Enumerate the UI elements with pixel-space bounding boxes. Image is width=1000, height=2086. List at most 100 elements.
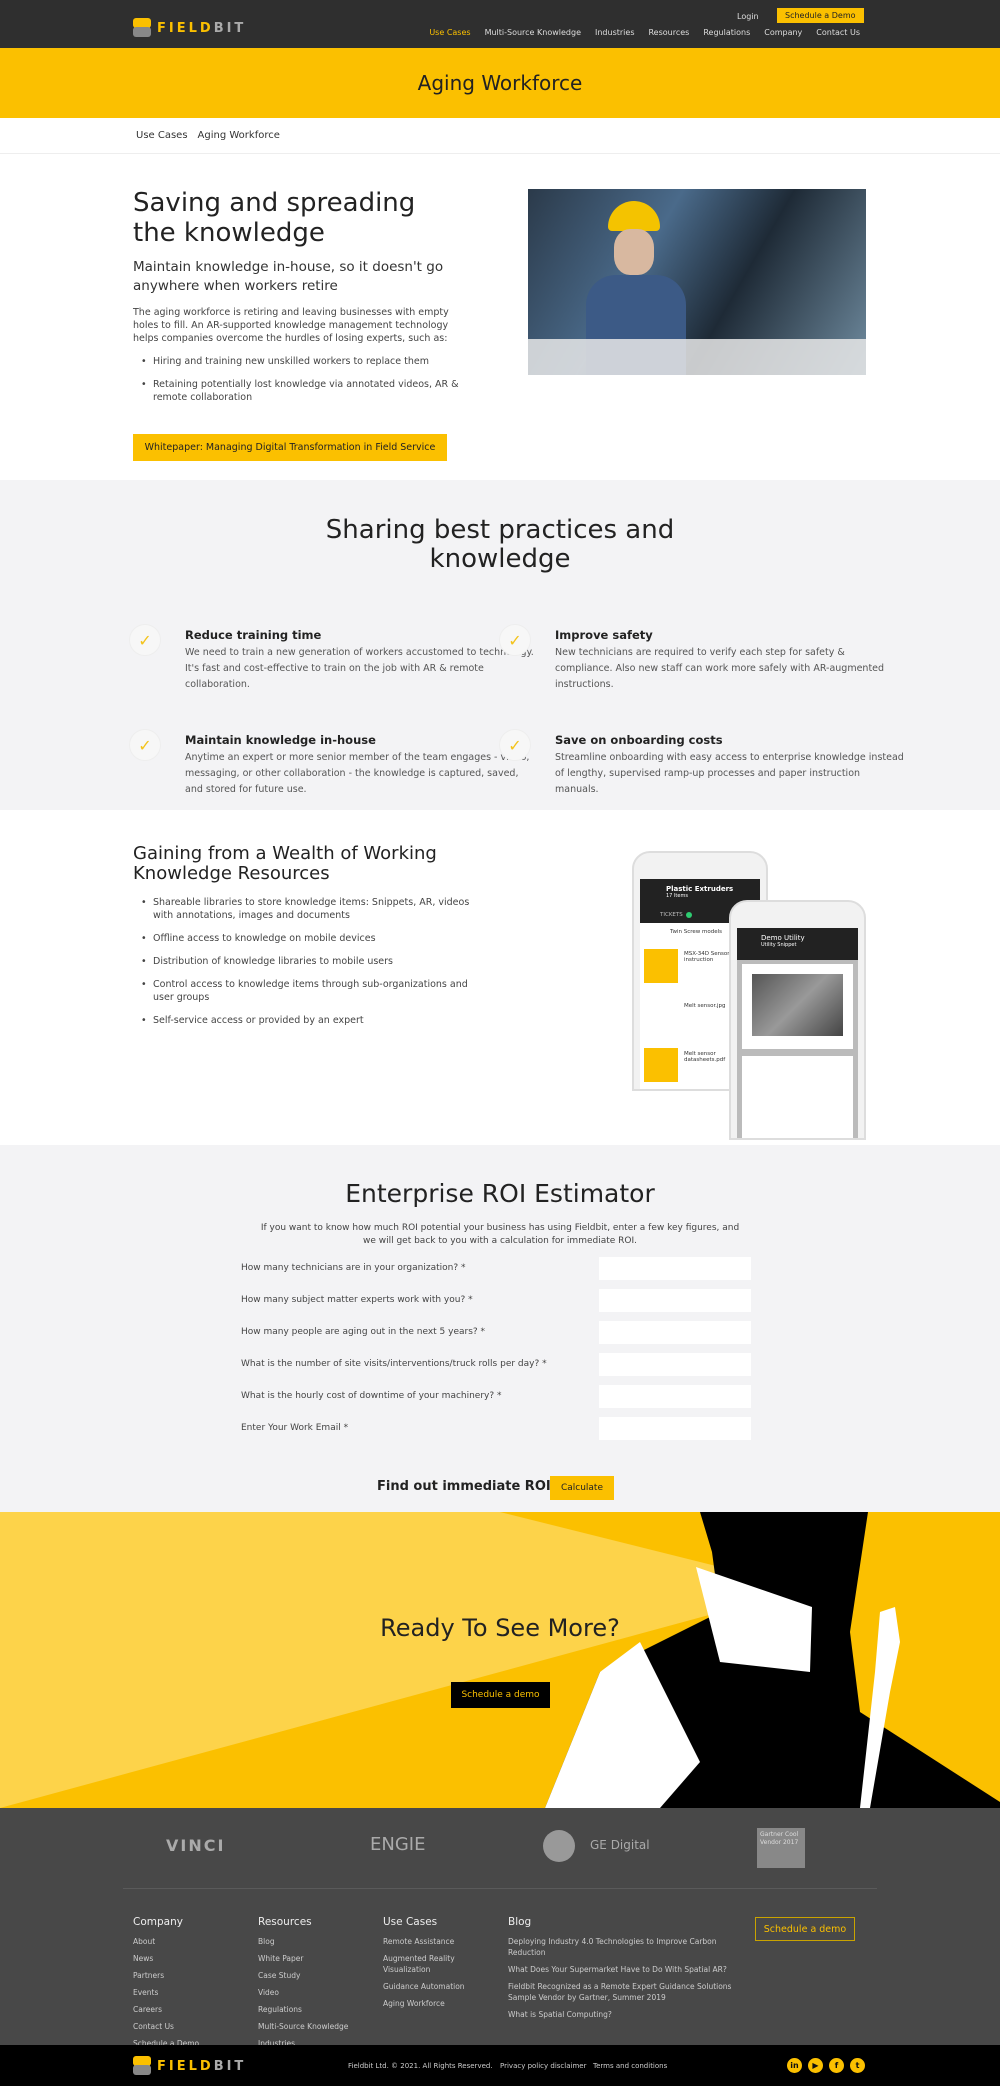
hero-bullets: Hiring and training new unskilled worker… [133,355,463,404]
calculate-button[interactable]: Calculate [550,1476,614,1500]
logo-mark-icon [133,2056,151,2076]
feature-text: Streamline onboarding with easy access t… [555,752,904,795]
roi-title: Enterprise ROI Estimator [345,1179,655,1208]
phone-title: Demo Utility [761,934,805,942]
page-title: Aging Workforce [0,48,1000,118]
roi-section: Enterprise ROI Estimator If you want to … [0,1145,1000,1512]
list-item: Distribution of knowledge libraries to m… [139,955,473,968]
footer-link[interactable]: Aging Workforce [383,1998,503,2009]
linkedin-icon[interactable]: in [787,2058,802,2073]
roi-row-technicians: How many technicians are in your organiz… [241,1252,751,1284]
facebook-icon[interactable]: f [829,2058,844,2073]
footer-heading: Company [133,1916,183,1928]
schedule-demo-button[interactable]: Schedule a Demo [777,8,864,23]
footer-schedule-demo-button[interactable]: Schedule a demo [755,1917,855,1941]
terms-link[interactable]: Terms and conditions [593,2062,667,2070]
roi-row-experts: How many subject matter experts work wit… [241,1284,751,1316]
aging-out-input[interactable] [599,1320,751,1344]
list-item: Retaining potentially lost knowledge via… [139,378,463,404]
phone-mockup-snippet: Demo Utility Utility Snippet [729,900,866,1140]
nav-regulations[interactable]: Regulations [703,28,750,37]
schedule-demo-cta-button[interactable]: Schedule a demo [451,1682,550,1708]
cta-title: Ready To See More? [380,1614,620,1642]
footer-link[interactable]: Contact Us [133,2021,253,2032]
feature-title: Save on onboarding costs [555,733,723,747]
vinci-logo: VINCI [166,1836,226,1855]
footer-heading: Resources [258,1916,312,1928]
footer-link[interactable]: Events [133,1987,253,1998]
footer-col-use-cases: Use Cases Remote Assistance Augmented Rea… [383,1916,503,2015]
nav-use-cases[interactable]: Use Cases [429,28,470,37]
fieldbit-logo[interactable]: FIELDBIT [133,18,246,38]
work-email-input[interactable] [599,1416,751,1440]
breadcrumb-use-cases[interactable]: Use Cases [136,130,188,141]
footer-link[interactable]: News [133,1953,253,1964]
footer-link[interactable]: Video [258,1987,378,1998]
breadcrumb-current: Aging Workforce [197,130,280,141]
footer-link[interactable]: Blog [258,1936,378,1947]
feature-title: Reduce training time [185,628,322,642]
main-nav: Use Cases Multi-Source Knowledge Industr… [429,28,860,37]
nav-industries[interactable]: Industries [595,28,634,37]
field-label: What is the hourly cost of downtime of y… [241,1391,502,1401]
badge-icon [685,912,692,918]
hero-subtitle: Maintain knowledge in-house, so it doesn… [133,259,444,294]
footer-link[interactable]: Deploying Industry 4.0 Technologies to I… [508,1936,748,1958]
feature-text: We need to train a new generation of wor… [185,647,534,690]
whitepaper-button[interactable]: Whitepaper: Managing Digital Transformat… [133,434,447,461]
wealth-bullets: Shareable libraries to store knowledge i… [133,896,473,1027]
breadcrumb: Use Cases Aging Workforce [136,130,280,141]
ge-logo-icon [543,1830,575,1862]
gartner-badge: Gartner Cool Vendor 2017 [757,1828,805,1868]
feature-reduce-training: ✓ Reduce training time We need to train a … [129,624,535,693]
engie-logo: ENGIE [370,1834,426,1855]
footer-link[interactable]: What is Spatial Computing? [508,2009,748,2020]
youtube-icon[interactable]: ▶ [808,2058,823,2073]
list-item: Shareable libraries to store knowledge i… [139,896,473,922]
footer-link[interactable]: Regulations [258,2004,378,2015]
nav-resources[interactable]: Resources [648,28,689,37]
feature-text: Anytime an expert or more senior member … [185,752,530,795]
logo-text: FIELDBIT [157,20,247,36]
twitter-icon[interactable]: t [850,2058,865,2073]
footer-link[interactable]: Fieldbit Recognized as a Remote Expert G… [508,1981,748,2003]
technicians-input[interactable] [599,1256,751,1280]
feature-improve-safety: ✓ Improve safety New technicians are requi… [499,624,905,693]
footer-link[interactable]: Augmented Reality Visualization [383,1953,503,1975]
footer-link[interactable]: Guidance Automation [383,1981,503,1992]
footer-link[interactable]: Partners [133,1970,253,1981]
downtime-cost-input[interactable] [599,1384,751,1408]
footer-link[interactable]: Remote Assistance [383,1936,503,1947]
hero-body: The aging workforce is retiring and leav… [133,307,449,344]
footer-logo[interactable]: FIELDBIT [133,2056,246,2076]
footer-col-blog: Blog Deploying Industry 4.0 Technologies… [508,1916,748,2026]
phone-tab-tickets[interactable]: TICKETS [660,912,683,918]
footer-heading: Use Cases [383,1916,438,1928]
footer-link[interactable]: Multi-Source Knowledge [258,2021,378,2032]
logo-text: FIELDBIT [157,2058,247,2074]
footer-col-company: Company About News Partners Events Careers Co… [133,1916,253,2055]
roi-cta-label: Find out immediate ROI [377,1479,551,1494]
phone-subtitle: 17 Items [666,893,688,899]
footer-link[interactable]: Case Study [258,1970,378,1981]
feature-title: Maintain knowledge in-house [185,733,376,747]
footer-link[interactable]: White Paper [258,1953,378,1964]
feature-title: Improve safety [555,628,653,642]
nav-company[interactable]: Company [764,28,802,37]
footer-col-resources: Resources Blog White Paper Case Study Video… [258,1916,378,2055]
phone-title: Plastic Extruders [666,885,734,893]
nav-contact-us[interactable]: Contact Us [816,28,860,37]
footer-link[interactable]: About [133,1936,253,1947]
footer-link[interactable]: What Does Your Supermarket Have to Do Wi… [508,1964,748,1975]
hero-title: Saving and spreading the knowledge [133,188,416,248]
login-link[interactable]: Login [737,12,759,21]
list-item: Control access to knowledge items throug… [139,978,473,1004]
ge-digital-logo: GE Digital [590,1838,650,1852]
experts-input[interactable] [599,1288,751,1312]
roi-row-aging: How many people are aging out in the nex… [241,1316,751,1348]
footer-link[interactable]: Careers [133,2004,253,2015]
nav-multi-source-knowledge[interactable]: Multi-Source Knowledge [485,28,581,37]
privacy-link[interactable]: Privacy policy disclaimer [500,2062,586,2070]
site-visits-input[interactable] [599,1352,751,1376]
list-item: Hiring and training new unskilled worker… [139,355,463,368]
